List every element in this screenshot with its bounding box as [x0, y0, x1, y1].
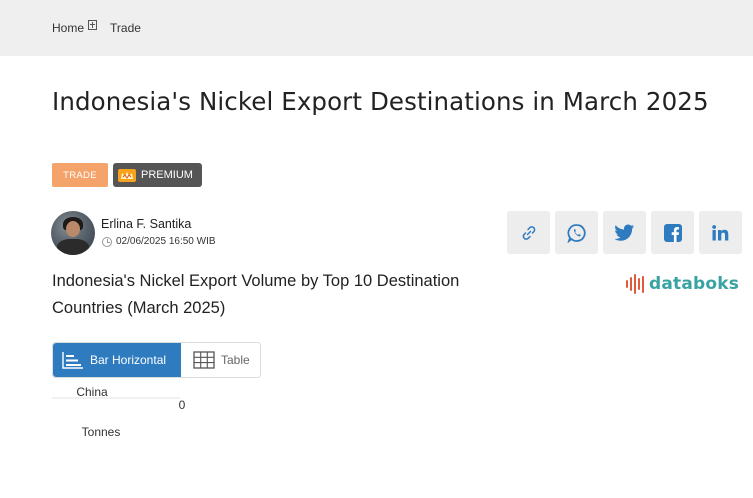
table-icon [193, 351, 215, 369]
tab-table-label: Table [221, 353, 250, 367]
chart-value-label: 0 [179, 398, 186, 412]
linkedin-icon [712, 224, 729, 240]
premium-badge-label: PREMIUM [141, 169, 193, 181]
share-linkedin-button[interactable] [699, 211, 742, 254]
chart-x-axis-label: Tonnes [82, 425, 121, 439]
page-title: Indonesia's Nickel Export Destinations i… [52, 87, 709, 116]
chart-title: Indonesia's Nickel Export Volume by Top … [52, 272, 460, 317]
publish-date: 02/06/2025 16:50 WIB [102, 236, 216, 247]
breadcrumb-home-link[interactable]: Home [52, 21, 84, 35]
publish-date-text: 02/06/2025 16:50 WIB [116, 236, 216, 247]
tab-bar-horizontal-label: Bar Horizontal [90, 353, 167, 367]
breadcrumb-current[interactable]: Trade [110, 21, 141, 35]
premium-badge: PREMIUM [113, 163, 202, 187]
clock-icon [102, 236, 112, 247]
link-icon [522, 225, 535, 240]
share-whatsapp-button[interactable] [555, 211, 598, 254]
author-name[interactable]: Erlina F. Santika [101, 217, 191, 231]
crown-icon [118, 168, 136, 182]
tab-bar-horizontal[interactable]: Bar Horizontal [53, 343, 181, 377]
whatsapp-icon [566, 223, 586, 243]
share-facebook-button[interactable] [651, 211, 694, 254]
databoks-logo-text: databoks [649, 274, 740, 294]
share-twitter-button[interactable] [603, 211, 646, 254]
chart-view-tabs: Bar Horizontal Table [52, 342, 261, 378]
author-avatar[interactable] [51, 211, 95, 255]
chart-category-label: China [76, 386, 108, 399]
databoks-logo-icon [626, 274, 646, 294]
bar-horizontal-icon [62, 352, 83, 369]
breadcrumb: Home Trade [52, 20, 141, 36]
databoks-logo[interactable]: databoks [626, 271, 739, 297]
top-bar: Home Trade [0, 0, 753, 56]
copy-link-button[interactable] [507, 211, 550, 254]
breadcrumb-separator-icon [88, 20, 98, 30]
category-badge[interactable]: TRADE [52, 163, 108, 187]
facebook-icon [663, 223, 682, 242]
chart: China 0 Tonnes [52, 386, 212, 446]
twitter-icon [614, 224, 634, 241]
tab-table[interactable]: Table [181, 343, 260, 377]
